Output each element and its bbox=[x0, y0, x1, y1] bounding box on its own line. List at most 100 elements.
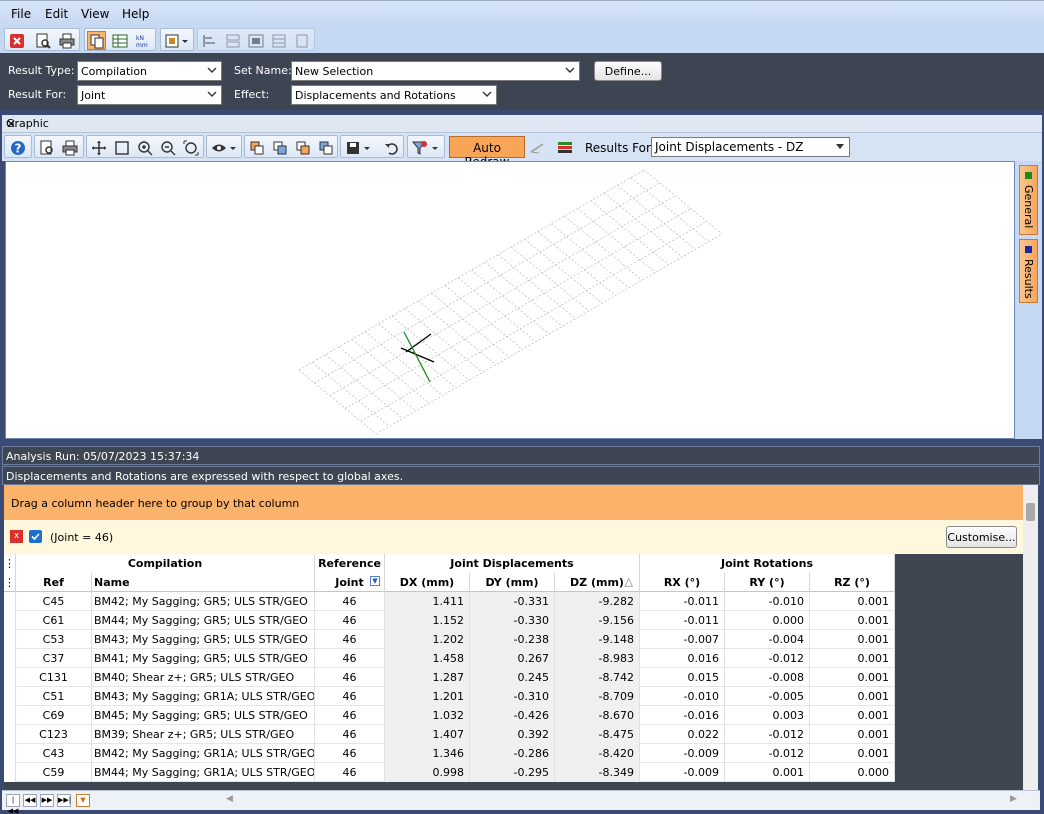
print-icon[interactable] bbox=[60, 138, 79, 157]
cell-ry[interactable]: -0.012 bbox=[725, 744, 810, 763]
row-indicator[interactable] bbox=[4, 706, 16, 725]
cell-joint[interactable]: 46 bbox=[315, 687, 385, 706]
cell-rz[interactable]: 0.001 bbox=[810, 725, 895, 744]
effect-dropdown[interactable]: Displacements and Rotations bbox=[291, 85, 497, 105]
copy-icon[interactable] bbox=[87, 31, 106, 50]
cell-rx[interactable]: 0.022 bbox=[640, 725, 725, 744]
view-iso-icon[interactable] bbox=[316, 138, 335, 157]
menu-edit[interactable]: Edit bbox=[45, 7, 68, 21]
column-header-dy[interactable]: DY (mm) bbox=[470, 573, 555, 592]
cell-ref[interactable]: C51 bbox=[16, 687, 92, 706]
view-side-icon[interactable] bbox=[270, 138, 289, 157]
help-icon[interactable]: ? bbox=[8, 138, 27, 157]
cell-dz[interactable]: -9.156 bbox=[555, 611, 640, 630]
define-button[interactable]: Define... bbox=[594, 61, 662, 81]
table-row[interactable]: C131 BM40; Shear z+; GR5; ULS STR/GEO 46 1.… bbox=[4, 668, 895, 687]
column-header-name[interactable]: Name bbox=[92, 573, 315, 592]
cell-dx[interactable]: 1.458 bbox=[385, 649, 470, 668]
cell-joint[interactable]: 46 bbox=[315, 725, 385, 744]
row-indicator[interactable] bbox=[4, 592, 16, 611]
cell-name[interactable]: BM40; Shear z+; GR5; ULS STR/GEO bbox=[92, 668, 315, 687]
zoom-out-icon[interactable] bbox=[158, 138, 177, 157]
result-type-dropdown[interactable]: Compilation bbox=[77, 61, 222, 81]
cell-rz[interactable]: 0.001 bbox=[810, 668, 895, 687]
cell-rx[interactable]: -0.011 bbox=[640, 592, 725, 611]
cell-name[interactable]: BM43; My Sagging; GR1A; ULS STR/GEO bbox=[92, 687, 315, 706]
cell-ref[interactable]: C59 bbox=[16, 763, 92, 782]
column-header-ry[interactable]: RY (°) bbox=[725, 573, 810, 592]
cell-name[interactable]: BM41; My Sagging; GR5; ULS STR/GEO bbox=[92, 649, 315, 668]
cell-dx[interactable]: 1.411 bbox=[385, 592, 470, 611]
table-row[interactable]: C61 BM44; My Sagging; GR5; ULS STR/GEO 46 1… bbox=[4, 611, 895, 630]
cell-rx[interactable]: -0.011 bbox=[640, 611, 725, 630]
print-preview-icon[interactable] bbox=[37, 138, 56, 157]
cell-joint[interactable]: 46 bbox=[315, 744, 385, 763]
cell-ref[interactable]: C37 bbox=[16, 649, 92, 668]
cell-rz[interactable]: 0.000 bbox=[810, 763, 895, 782]
cell-dy[interactable]: -0.310 bbox=[470, 687, 555, 706]
cell-dx[interactable]: 1.152 bbox=[385, 611, 470, 630]
customise-button[interactable]: Customise... bbox=[946, 526, 1017, 548]
column-header-dz[interactable]: DZ (mm) △ bbox=[555, 573, 640, 592]
result-for-dropdown[interactable]: Joint bbox=[77, 85, 222, 105]
column-header-rx[interactable]: RX (°) bbox=[640, 573, 725, 592]
table-row[interactable]: C69 BM45; My Sagging; GR5; ULS STR/GEO 46 1… bbox=[4, 706, 895, 725]
cell-rx[interactable]: -0.009 bbox=[640, 763, 725, 782]
vertical-scrollbar[interactable] bbox=[1023, 485, 1038, 790]
menu-view[interactable]: View bbox=[81, 7, 109, 21]
cell-ref[interactable]: C123 bbox=[16, 725, 92, 744]
table-row[interactable]: C51 BM43; My Sagging; GR1A; ULS STR/GEO 46… bbox=[4, 687, 895, 706]
cell-ry[interactable]: 0.003 bbox=[725, 706, 810, 725]
table-row[interactable]: C45 BM42; My Sagging; GR5; ULS STR/GEO 46 1… bbox=[4, 592, 895, 611]
cell-joint[interactable]: 46 bbox=[315, 630, 385, 649]
auto-redraw-toggle[interactable]: Auto Redraw bbox=[449, 136, 525, 169]
cell-name[interactable]: BM42; My Sagging; GR1A; ULS STR/GEO bbox=[92, 744, 315, 763]
cell-ry[interactable]: -0.004 bbox=[725, 630, 810, 649]
cell-rx[interactable]: -0.016 bbox=[640, 706, 725, 725]
save-dropdown-icon[interactable] bbox=[343, 138, 373, 157]
row-indicator[interactable] bbox=[4, 630, 16, 649]
zoom-extents-icon[interactable] bbox=[181, 138, 200, 157]
row-indicator[interactable] bbox=[4, 668, 16, 687]
cell-joint[interactable]: 46 bbox=[315, 611, 385, 630]
cell-rz[interactable]: 0.001 bbox=[810, 630, 895, 649]
cell-rx[interactable]: -0.009 bbox=[640, 744, 725, 763]
cell-dx[interactable]: 1.287 bbox=[385, 668, 470, 687]
cell-name[interactable]: BM44; My Sagging; GR5; ULS STR/GEO bbox=[92, 611, 315, 630]
scroll-right-icon[interactable]: ▶ bbox=[1010, 794, 1017, 804]
cell-joint[interactable]: 46 bbox=[315, 706, 385, 725]
cell-ref[interactable]: C61 bbox=[16, 611, 92, 630]
filter-dropdown-icon[interactable] bbox=[410, 138, 442, 157]
print-icon[interactable] bbox=[57, 31, 76, 50]
table-row[interactable]: C53 BM43; My Sagging; GR5; ULS STR/GEO 46 1… bbox=[4, 630, 895, 649]
cell-ry[interactable]: -0.012 bbox=[725, 649, 810, 668]
cell-dz[interactable]: -9.282 bbox=[555, 592, 640, 611]
close-icon[interactable]: ✕ bbox=[6, 117, 1036, 131]
cell-joint[interactable]: 46 bbox=[315, 649, 385, 668]
table-row[interactable]: C37 BM41; My Sagging; GR5; ULS STR/GEO 46 1… bbox=[4, 649, 895, 668]
close-icon[interactable] bbox=[7, 31, 26, 50]
column-chooser-icon[interactable]: ⋮ bbox=[4, 554, 16, 573]
previous-page-icon[interactable]: ◀◀ bbox=[23, 794, 37, 807]
view-eye-icon[interactable] bbox=[209, 138, 239, 157]
print-preview-icon[interactable] bbox=[33, 31, 52, 50]
cell-rz[interactable]: 0.001 bbox=[810, 592, 895, 611]
cell-dx[interactable]: 1.407 bbox=[385, 725, 470, 744]
cell-dx[interactable]: 1.202 bbox=[385, 630, 470, 649]
group-by-area[interactable]: Drag a column header here to group by th… bbox=[4, 485, 1023, 520]
cell-name[interactable]: BM44; My Sagging; GR1A; ULS STR/GEO bbox=[92, 763, 315, 782]
filter-enabled-checkbox[interactable] bbox=[29, 530, 42, 543]
column-header-ref[interactable]: Ref bbox=[16, 573, 92, 592]
column-header-rz[interactable]: RZ (°) bbox=[810, 573, 895, 592]
row-indicator[interactable] bbox=[4, 725, 16, 744]
cell-rx[interactable]: 0.015 bbox=[640, 668, 725, 687]
view-front-icon[interactable] bbox=[247, 138, 266, 157]
cell-dz[interactable]: -8.709 bbox=[555, 687, 640, 706]
cell-dz[interactable]: -9.148 bbox=[555, 630, 640, 649]
contour-legend-icon[interactable] bbox=[555, 138, 574, 157]
cell-ref[interactable]: C45 bbox=[16, 592, 92, 611]
cell-ref[interactable]: C53 bbox=[16, 630, 92, 649]
cell-rz[interactable]: 0.001 bbox=[810, 687, 895, 706]
cell-dz[interactable]: -8.420 bbox=[555, 744, 640, 763]
cell-joint[interactable]: 46 bbox=[315, 668, 385, 687]
